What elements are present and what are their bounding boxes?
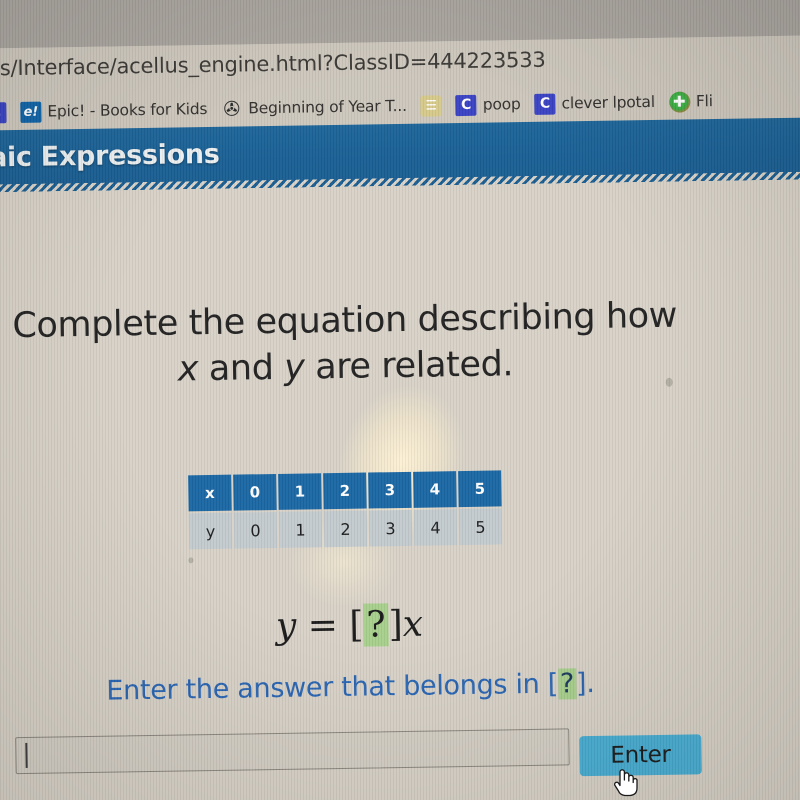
cell-y-1: 1	[278, 511, 323, 548]
prompt-suffix: .	[585, 667, 595, 700]
google-classroom-icon: ☰	[420, 94, 442, 117]
dust-speck	[188, 557, 194, 564]
bookmark-label-epic: Epic! - Books for Kids	[47, 100, 208, 121]
cell-y-3: 3	[368, 509, 413, 547]
bookmark-label-flipgrid: Fli	[695, 92, 713, 111]
table-row-x: x 0 1 2 3 4 5	[188, 470, 502, 512]
equation-equals: =	[307, 605, 339, 647]
cell-x-2: 2	[323, 472, 367, 510]
table-row-y: y 0 1 2 3 4 5	[188, 508, 503, 550]
cell-y-5: 5	[458, 508, 503, 546]
equation-bracket-close: ]	[388, 604, 404, 646]
cell-y-2: 2	[323, 510, 368, 548]
equation-blank: ?	[363, 603, 390, 647]
question-text: Complete the equation describing how x a…	[0, 293, 706, 395]
bookmark-google-classroom[interactable]: ☰	[420, 85, 442, 125]
enter-button[interactable]: Enter	[579, 734, 702, 777]
lesson-title: raic Expressions	[0, 138, 220, 174]
clever-icon: C	[455, 94, 477, 116]
globe-icon: ✇	[223, 96, 241, 121]
prompt-bracket-open: [	[547, 668, 559, 700]
question-variable-y: y	[283, 347, 305, 388]
xy-value-table: x 0 1 2 3 4 5 y 0 1 2 3 4 5	[186, 468, 504, 551]
screen-photo: ns/Interface/acellus_engine.html?ClassID…	[0, 0, 800, 800]
prompt-bracket-close: ]	[575, 668, 587, 700]
question-line-1: Complete the equation describing how	[12, 295, 678, 347]
question-variable-x: x	[177, 348, 199, 389]
bookmark-flipgrid[interactable]: ✚ Fli	[668, 81, 714, 122]
cell-x-4: 4	[413, 471, 457, 508]
clever-icon: C	[0, 101, 7, 123]
prompt-blank: ?	[557, 668, 577, 700]
cell-x-5: 5	[458, 470, 502, 508]
cell-y-label: y	[188, 512, 233, 550]
prompt-prefix: Enter the answer that belongs in	[106, 668, 548, 707]
bookmark-beginning-of-year[interactable]: ✇ Beginning of Year T...	[221, 86, 407, 129]
text-caret	[25, 742, 28, 768]
cell-y-4: 4	[413, 509, 458, 546]
cell-x-label: x	[188, 474, 232, 512]
bookmark-label-poop: poop	[482, 95, 521, 114]
lesson-content: Complete the equation describing how x a…	[0, 179, 800, 800]
url-text: ns/Interface/acellus_engine.html?ClassID…	[0, 47, 546, 81]
equation-lhs: y	[275, 605, 297, 647]
question-conjunction: and	[197, 347, 285, 389]
bookmark-epic[interactable]: e! Epic! - Books for Kids	[20, 89, 208, 132]
cell-x-1: 1	[278, 473, 322, 510]
equation-bracket-open: [	[349, 604, 364, 646]
cell-x-3: 3	[368, 471, 412, 509]
cell-y-0: 0	[233, 511, 278, 549]
browser-window: ns/Interface/acellus_engine.html?ClassID…	[0, 0, 800, 800]
flipgrid-icon: ✚	[668, 90, 691, 113]
bookmark-poop[interactable]: C poop	[455, 84, 521, 125]
answer-input[interactable]	[15, 728, 570, 775]
bookmark-clever-portal[interactable]: C clever lpotal	[534, 82, 655, 124]
bookmark-clever-1[interactable]: C	[0, 92, 7, 132]
bookmark-label-beginning-of-year: Beginning of Year T...	[248, 96, 407, 118]
epic-icon: e!	[20, 101, 42, 123]
bookmark-label-clever-portal: clever lpotal	[561, 92, 656, 113]
answer-prompt: Enter the answer that belongs in [?].	[0, 666, 711, 708]
question-line-2-end: are related.	[304, 343, 514, 388]
equation-rhs: x	[402, 603, 424, 645]
equation-display: y = [?]x	[0, 599, 710, 651]
clever-icon: C	[534, 93, 556, 115]
cell-x-0: 0	[233, 473, 277, 511]
